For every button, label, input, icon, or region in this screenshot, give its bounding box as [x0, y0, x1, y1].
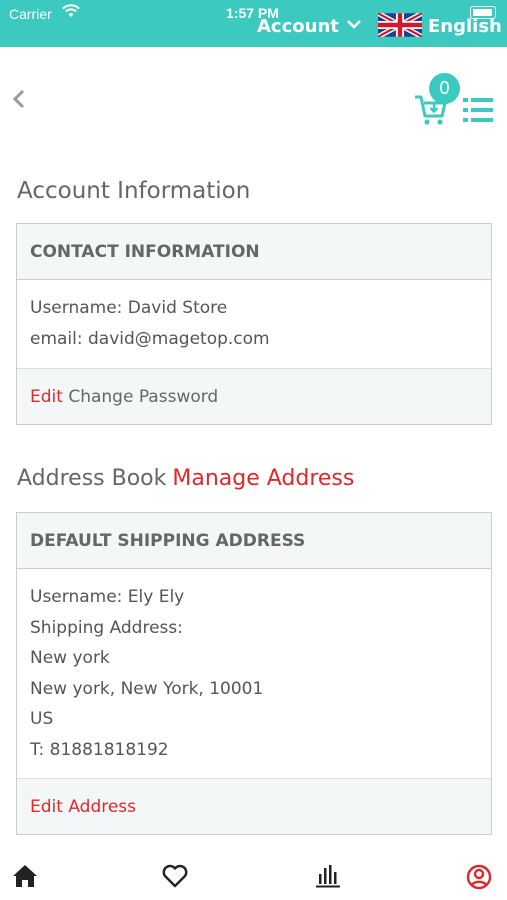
account-info-heading: Account Information — [17, 178, 251, 204]
manage-address-link[interactable]: Manage Address — [172, 466, 354, 491]
address-line: US — [30, 709, 54, 729]
shipping-address-actions: Edit Address — [17, 778, 491, 834]
address-book-heading: Address Book Manage Address — [17, 466, 354, 491]
user-circle-icon[interactable] — [466, 864, 492, 890]
contact-info-panel: CONTACT INFORMATION Username: David Stor… — [16, 223, 492, 425]
cart-count-badge: 0 — [429, 73, 460, 104]
carrier-label: Carrier — [9, 6, 52, 22]
shipping-address-body: Username: Ely Ely Shipping Address: New … — [17, 569, 491, 765]
email-line: email: david@magetop.com — [30, 328, 270, 349]
uk-flag-icon[interactable] — [378, 13, 422, 37]
account-menu-label[interactable]: Account — [257, 16, 339, 37]
contact-info-body: Username: David Store email: david@maget… — [17, 280, 491, 354]
change-password-link[interactable]: Change Password — [68, 387, 218, 407]
contact-info-actions: Edit Change Password — [17, 368, 491, 424]
top-bar: Carrier 1:57 PM Account English — [0, 0, 507, 47]
home-icon[interactable] — [12, 864, 38, 888]
address-line: New york, New York, 10001 — [30, 678, 264, 699]
bar-chart-icon[interactable] — [315, 864, 341, 888]
bottom-tab-bar — [0, 848, 507, 900]
list-icon[interactable] — [463, 97, 493, 123]
address-book-title: Address Book — [17, 466, 167, 491]
address-line: Shipping Address: — [30, 617, 183, 638]
shipping-address-panel: DEFAULT SHIPPING ADDRESS Username: Ely E… — [16, 512, 492, 835]
chevron-left-icon[interactable] — [10, 88, 28, 110]
chevron-down-icon[interactable] — [346, 18, 362, 30]
address-line: New york — [30, 648, 110, 668]
shipping-address-title: DEFAULT SHIPPING ADDRESS — [17, 513, 491, 569]
edit-account-link[interactable]: Edit — [30, 387, 63, 407]
language-label[interactable]: English — [428, 16, 502, 37]
address-line: T: 81881818192 — [30, 739, 169, 760]
address-line: Username: Ely Ely — [30, 587, 185, 607]
wifi-icon — [62, 4, 80, 17]
edit-address-link[interactable]: Edit Address — [30, 797, 136, 817]
heart-icon[interactable] — [162, 864, 188, 888]
contact-info-title: CONTACT INFORMATION — [17, 224, 491, 280]
username-line: Username: David Store — [30, 298, 228, 318]
